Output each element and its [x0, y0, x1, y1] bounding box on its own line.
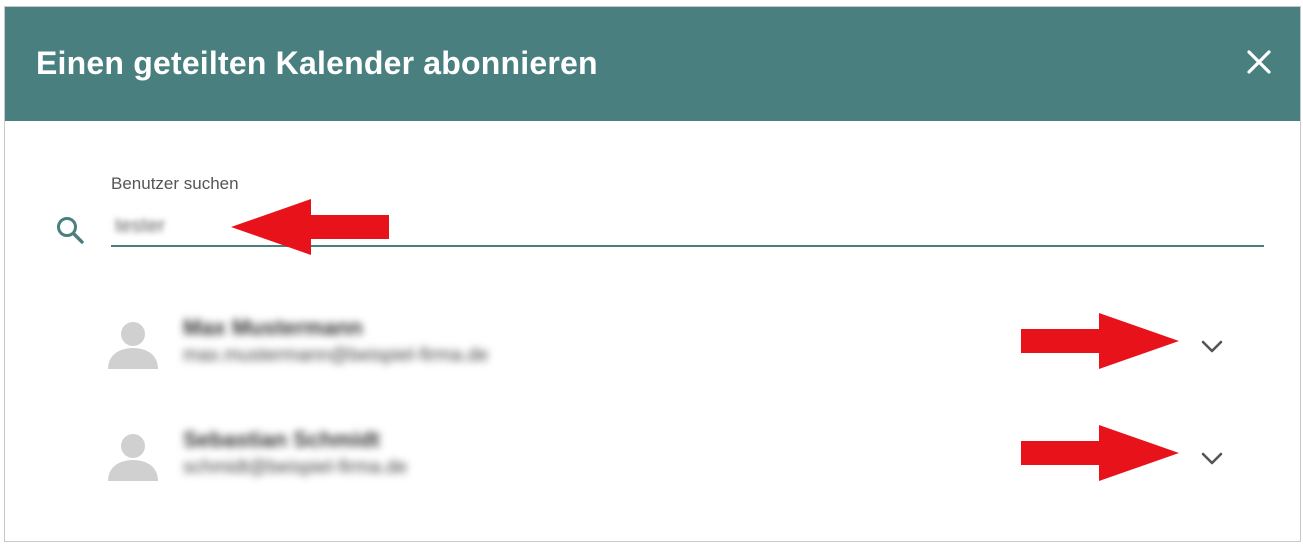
chevron-down-icon[interactable] [1197, 443, 1227, 473]
person-icon [105, 429, 161, 481]
dialog-header: Einen geteilten Kalender abonnieren [5, 7, 1300, 121]
search-field-label: Benutzer suchen [111, 174, 239, 193]
close-icon[interactable] [1242, 45, 1276, 79]
user-list-item[interactable]: Sebastian Schmidt schmidt@beispiel-firma… [5, 421, 1300, 521]
user-email: schmidt@beispiel-firma.de [183, 457, 408, 478]
subscribe-calendar-dialog: Einen geteilten Kalender abonnieren Benu… [4, 6, 1301, 542]
search-input[interactable] [111, 207, 1264, 247]
chevron-down-icon[interactable] [1197, 331, 1227, 361]
person-icon [105, 317, 161, 369]
user-list-item[interactable]: Max Mustermann max.mustermann@beispiel-f… [5, 309, 1300, 409]
dialog-title: Einen geteilten Kalender abonnieren [36, 45, 598, 81]
search-icon [53, 213, 87, 247]
annotation-arrow-right [1021, 425, 1179, 481]
annotation-arrow-right [1021, 313, 1179, 369]
user-email: max.mustermann@beispiel-firma.de [183, 345, 489, 366]
user-name: Max Mustermann [183, 315, 363, 340]
user-name: Sebastian Schmidt [183, 427, 380, 452]
